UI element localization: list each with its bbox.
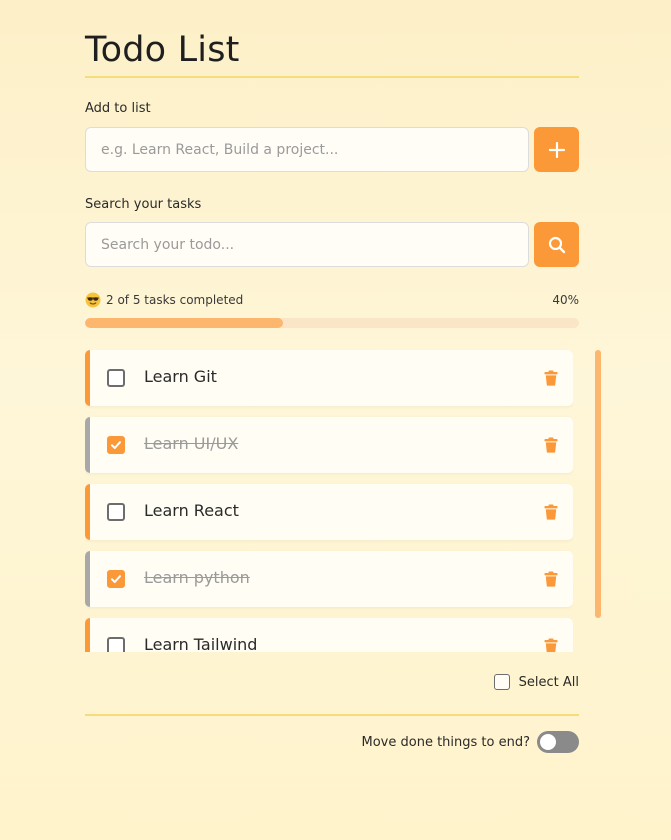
page-title: Todo List bbox=[85, 30, 240, 70]
search-input-wrapper bbox=[85, 222, 529, 267]
search-input[interactable] bbox=[86, 223, 528, 266]
title-divider bbox=[85, 76, 579, 78]
delete-todo-button[interactable] bbox=[544, 504, 558, 520]
add-input-wrapper bbox=[85, 127, 529, 172]
select-all-checkbox[interactable] bbox=[493, 674, 510, 690]
todo-list-scrollbar[interactable] bbox=[595, 350, 601, 618]
todo-done-indicator bbox=[85, 551, 90, 607]
progress-status-text: 2 of 5 tasks completed bbox=[106, 293, 244, 307]
add-label: Add to list bbox=[85, 101, 151, 116]
todo-checkbox[interactable] bbox=[107, 637, 125, 652]
delete-todo-button[interactable] bbox=[544, 370, 558, 386]
todo-text: Learn python bbox=[144, 568, 250, 587]
todo-item[interactable]: Learn python bbox=[85, 551, 573, 607]
add-todo-button[interactable] bbox=[534, 127, 579, 172]
todo-checkbox[interactable] bbox=[107, 570, 125, 588]
todo-checkbox[interactable] bbox=[107, 503, 125, 521]
checkmark-icon bbox=[111, 441, 121, 449]
delete-todo-button[interactable] bbox=[544, 571, 558, 587]
trash-icon bbox=[544, 437, 558, 453]
todo-done-indicator bbox=[85, 417, 90, 473]
todo-checkbox[interactable] bbox=[107, 369, 125, 387]
todo-item[interactable]: Learn Git bbox=[85, 350, 573, 406]
move-done-label: Move done things to end? bbox=[361, 734, 531, 750]
select-all-label: Select All bbox=[518, 674, 579, 690]
trash-icon bbox=[544, 571, 558, 587]
todo-item[interactable]: Learn React bbox=[85, 484, 573, 540]
progress-bar bbox=[85, 318, 579, 328]
plus-icon bbox=[548, 141, 565, 158]
search-icon bbox=[548, 236, 565, 253]
move-done-toggle[interactable] bbox=[537, 731, 579, 753]
add-todo-input[interactable] bbox=[86, 128, 528, 171]
progress-summary: 2 of 5 tasks completed 40% bbox=[85, 292, 579, 310]
todo-text: Learn UI/UX bbox=[144, 434, 239, 453]
todo-text: Learn React bbox=[144, 501, 239, 520]
move-done-control: Move done things to end? bbox=[361, 731, 579, 753]
todo-list[interactable]: Learn Git Learn UI/UX Learn React Learn pyt… bbox=[85, 350, 573, 652]
todo-text: Learn Tailwind bbox=[144, 635, 258, 652]
progress-bar-fill bbox=[85, 318, 283, 328]
sunglasses-face-emoji bbox=[85, 292, 101, 308]
todo-checkbox[interactable] bbox=[107, 436, 125, 454]
todo-pending-indicator bbox=[85, 484, 90, 540]
select-all-control[interactable]: Select All bbox=[493, 673, 579, 691]
trash-icon bbox=[544, 504, 558, 520]
trash-icon bbox=[544, 638, 558, 652]
todo-item[interactable]: Learn UI/UX bbox=[85, 417, 573, 473]
delete-todo-button[interactable] bbox=[544, 437, 558, 453]
trash-icon bbox=[544, 370, 558, 386]
todo-text: Learn Git bbox=[144, 367, 217, 386]
footer-divider bbox=[85, 714, 579, 716]
search-button[interactable] bbox=[534, 222, 579, 267]
checkmark-icon bbox=[111, 575, 121, 583]
search-label: Search your tasks bbox=[85, 197, 202, 212]
todo-pending-indicator bbox=[85, 618, 90, 652]
todo-pending-indicator bbox=[85, 350, 90, 406]
delete-todo-button[interactable] bbox=[544, 638, 558, 652]
toggle-knob bbox=[540, 734, 556, 750]
progress-percent: 40% bbox=[552, 293, 579, 307]
todo-item[interactable]: Learn Tailwind bbox=[85, 618, 573, 652]
